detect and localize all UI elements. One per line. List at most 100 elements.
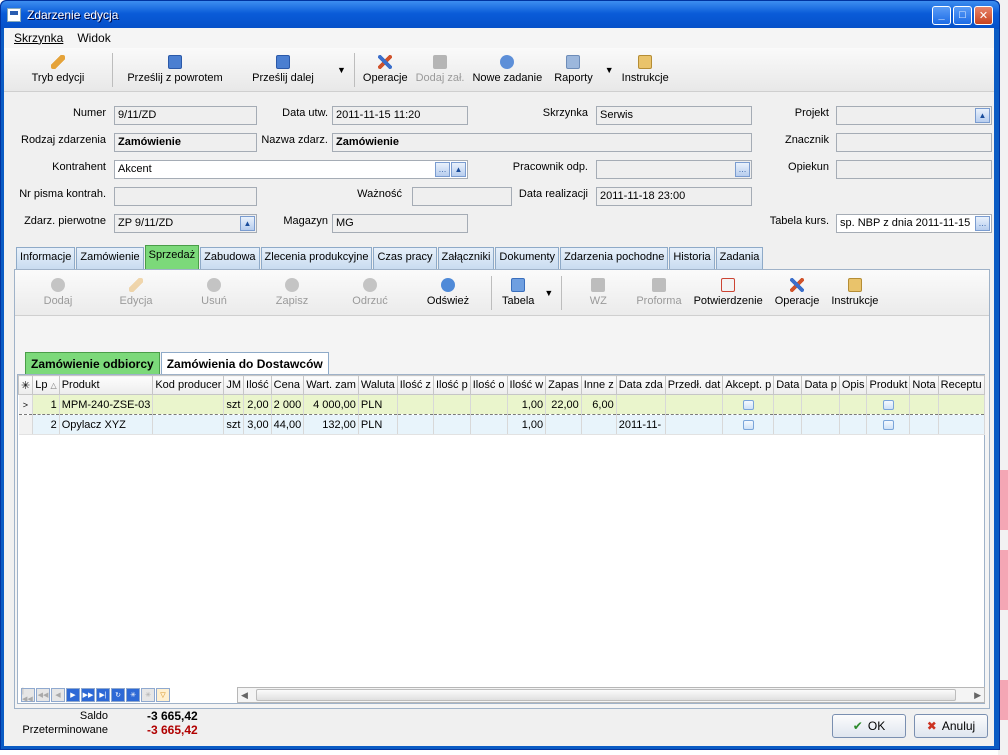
tab-informacje[interactable]: Informacje <box>16 247 76 269</box>
minimize-icon[interactable]: _ <box>932 5 951 25</box>
proforma-button[interactable]: Proforma <box>630 273 687 313</box>
table-dropdown-icon[interactable]: ▼ <box>540 288 557 298</box>
operations-button[interactable]: Operacje <box>359 50 412 90</box>
tab-zamowienie-odbiorcy[interactable]: Zamówienie odbiorcy <box>25 352 160 374</box>
column-header[interactable]: Data zda <box>615 375 666 395</box>
column-header[interactable]: Produkt <box>58 375 154 395</box>
table-row[interactable]: > 1 MPM-240-ZSE-03 szt 2,00 2 000 4 000,… <box>18 394 985 415</box>
projekt-field[interactable]: ▲ <box>836 106 992 125</box>
send-back-button[interactable]: Prześlij z powrotem <box>117 50 233 90</box>
close-icon[interactable]: ✕ <box>974 5 993 25</box>
column-header[interactable]: Nota <box>909 375 939 395</box>
add-button[interactable]: Dodaj <box>19 273 97 313</box>
panel-operations-button[interactable]: Operacje <box>769 273 826 313</box>
column-header[interactable]: Zapas <box>545 375 582 395</box>
column-header[interactable]: Przedł. dat <box>664 375 724 395</box>
akcept-checkbox[interactable] <box>742 419 754 430</box>
produkt-checkbox[interactable] <box>882 399 894 410</box>
column-header[interactable]: Ilość o <box>469 375 508 395</box>
column-header[interactable]: Ilość p <box>432 375 471 395</box>
ellipsis-icon[interactable]: … <box>975 216 990 231</box>
new-task-button[interactable]: Nowe zadanie <box>468 50 546 90</box>
tab-czas-pracy[interactable]: Czas pracy <box>373 247 437 269</box>
tab-zlecenia-produkcyjne[interactable]: Zlecenia produkcyjne <box>260 247 373 269</box>
confirmation-button[interactable]: Potwierdzenie <box>688 273 769 313</box>
column-header[interactable]: Ilość z <box>396 375 434 395</box>
save-button[interactable]: Zapisz <box>253 273 331 313</box>
nazwa-field[interactable]: Zamówienie <box>332 133 752 152</box>
edit-button[interactable]: Edycja <box>97 273 175 313</box>
ellipsis-icon[interactable]: … <box>435 162 450 177</box>
send-next-dropdown-icon[interactable]: ▼ <box>333 65 350 75</box>
column-header[interactable]: Data p <box>801 375 840 395</box>
wz-button[interactable]: WZ <box>566 273 630 313</box>
column-header[interactable]: Wart. zam <box>303 375 359 395</box>
horizontal-scrollbar[interactable]: ◀ ▶ <box>237 687 985 703</box>
data-utw-field[interactable]: 2011-11-15 11:20 <box>332 106 468 125</box>
table-row[interactable]: 2 Opylacz XYZ szt 3,00 44,00 132,00 PLN … <box>18 414 985 435</box>
column-header[interactable]: Akcept. p <box>722 375 775 395</box>
skrzynka-field[interactable]: Serwis <box>596 106 752 125</box>
add-attachment-button[interactable]: Dodaj zał. <box>412 50 469 90</box>
pierwotne-field[interactable]: ZP 9/11/ZD ▲ <box>114 214 257 233</box>
column-header[interactable]: JM <box>223 375 245 395</box>
tabela-kurs-field[interactable]: sp. NBP z dnia 2011-11-15… <box>836 214 992 233</box>
column-header[interactable]: Ilość <box>243 375 272 395</box>
tab-zabudowa[interactable]: Zabudowa <box>200 247 260 269</box>
last-page-icon[interactable]: ▶| <box>96 688 110 702</box>
refresh-grid-icon[interactable]: ↻ <box>111 688 125 702</box>
znacznik-field[interactable] <box>836 133 992 152</box>
delete-record-icon[interactable]: ✳ <box>141 688 155 702</box>
column-header[interactable]: Lp △ <box>32 375 60 395</box>
scrollbar-thumb[interactable] <box>256 689 956 701</box>
akcept-checkbox[interactable] <box>742 399 754 410</box>
scroll-left-icon[interactable]: ◀ <box>238 690 248 701</box>
column-header[interactable]: Waluta <box>357 375 398 395</box>
cancel-button[interactable]: ✖ Anuluj <box>914 714 988 738</box>
reject-button[interactable]: Odrzuć <box>331 273 409 313</box>
numer-field[interactable]: 9/11/ZD <box>114 106 257 125</box>
column-header[interactable]: Cena <box>270 375 305 395</box>
tab-zdarzenia-pochodne[interactable]: Zdarzenia pochodne <box>560 247 669 269</box>
select-all-header[interactable]: ✳ <box>17 375 34 395</box>
reports-button[interactable]: Raporty <box>546 50 601 90</box>
prev-page-icon[interactable]: ◀◀ <box>36 688 50 702</box>
column-header[interactable]: Ilość w <box>506 375 547 395</box>
next-page-icon[interactable]: ▶▶ <box>81 688 95 702</box>
column-header[interactable]: Kod producer <box>152 375 225 395</box>
scroll-right-icon[interactable]: ▶ <box>974 690 984 701</box>
column-header[interactable]: Receptu <box>937 375 985 395</box>
prev-record-icon[interactable]: ◀ <box>51 688 65 702</box>
first-page-icon[interactable]: |◀◀ <box>21 688 35 703</box>
chevron-up-icon[interactable]: ▲ <box>975 108 990 123</box>
tab-zamowienia-do-dostawcow[interactable]: Zamówienia do Dostawców <box>160 352 329 374</box>
tab-historia[interactable]: Historia <box>669 247 715 269</box>
delete-button[interactable]: Usuń <box>175 273 253 313</box>
column-header[interactable]: Inne z <box>580 375 617 395</box>
pracownik-field[interactable]: … <box>596 160 752 179</box>
next-record-icon[interactable]: ▶ <box>66 688 80 702</box>
produkt-checkbox[interactable] <box>882 419 894 430</box>
opiekun-field[interactable] <box>836 160 992 179</box>
send-next-button[interactable]: Prześlij dalej <box>233 50 333 90</box>
menu-skrzynka[interactable]: Skrzynka <box>14 31 63 45</box>
menu-widok[interactable]: Widok <box>77 31 110 45</box>
tab-zamowienie[interactable]: Zamówienie <box>76 247 144 269</box>
column-header[interactable]: Produkt <box>866 375 911 395</box>
title-bar[interactable]: Zdarzenie edycja _ □ ✕ <box>1 1 999 29</box>
nr-pisma-field[interactable] <box>114 187 257 206</box>
tab-zalaczniki[interactable]: Załączniki <box>437 247 495 269</box>
kontrahent-field[interactable]: Akcent… ▲ <box>114 160 468 179</box>
ok-button[interactable]: ✔ OK <box>832 714 906 738</box>
reports-dropdown-icon[interactable]: ▼ <box>601 65 618 75</box>
tab-zadania[interactable]: Zadania <box>715 247 764 269</box>
order-lines-grid[interactable]: ✳ Lp △ Produkt Kod producer JM Ilość Cen… <box>17 374 985 704</box>
maximize-icon[interactable]: □ <box>953 5 972 25</box>
magazyn-field[interactable]: MG <box>332 214 468 233</box>
data-realizacji-field[interactable]: 2011-11-18 23:00 <box>596 187 752 206</box>
tab-dokumenty[interactable]: Dokumenty <box>495 247 560 269</box>
panel-instructions-button[interactable]: Instrukcje <box>825 273 884 313</box>
filter-icon[interactable]: ▽ <box>156 688 170 702</box>
chevron-up-icon[interactable]: ▲ <box>240 216 255 231</box>
column-header[interactable]: Data <box>773 375 803 395</box>
